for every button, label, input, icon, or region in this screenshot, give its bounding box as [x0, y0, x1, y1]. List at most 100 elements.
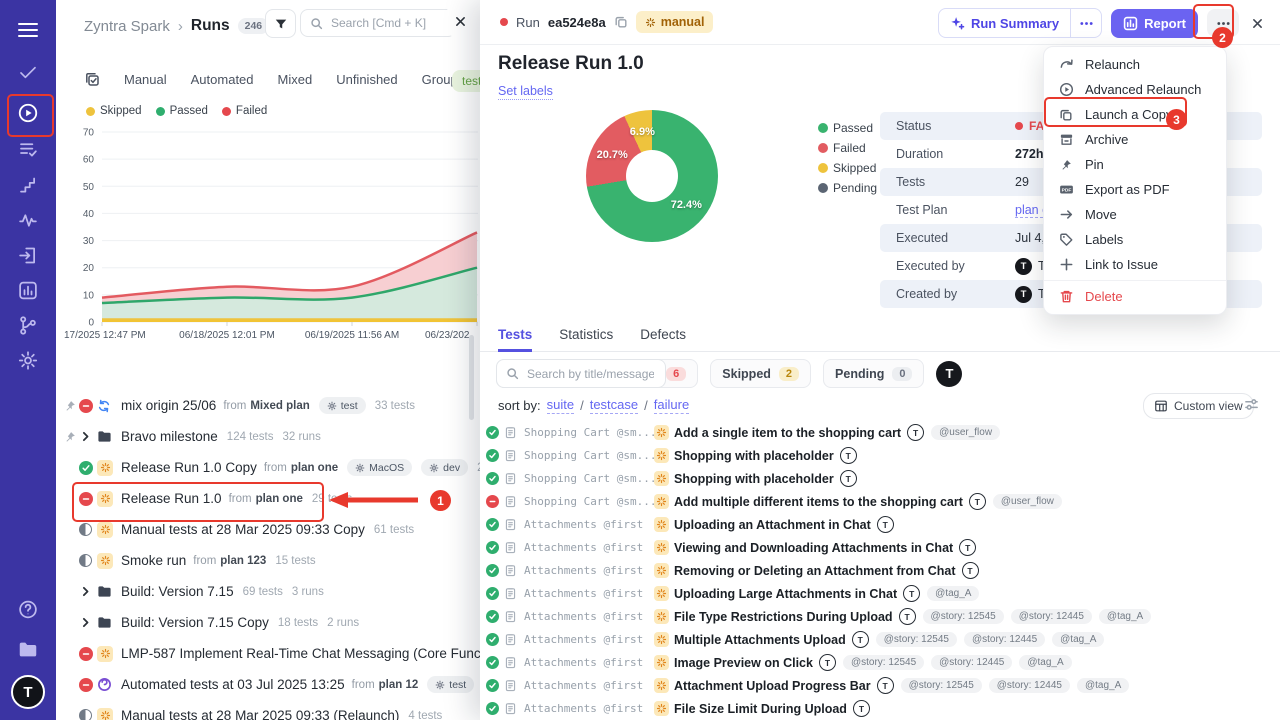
chevron-right-icon[interactable] [79, 430, 92, 443]
test-row[interactable]: Attachments @firstFile Type Restrictions… [486, 605, 1276, 628]
list-check-icon[interactable] [18, 139, 39, 160]
field-label: Tests [880, 175, 925, 189]
sort-by-testcase[interactable]: testcase [590, 397, 638, 414]
run-list-item[interactable]: Release Run 1.0 Copyfromplan oneMacOSdev… [56, 452, 480, 483]
test-row[interactable]: Attachments @firstRemoving or Deleting a… [486, 559, 1276, 582]
run-list-item[interactable]: mix origin 25/06fromMixed plantest33 tes… [56, 390, 480, 421]
run-list-item[interactable]: Automated tests at 03 Jul 2025 13:25from… [56, 669, 480, 700]
status-failed-icon [79, 678, 93, 692]
manual-test-icon [654, 517, 669, 532]
tab-tests[interactable]: Tests [498, 327, 532, 352]
bar-chart-icon[interactable] [18, 280, 39, 301]
testcase-icon [504, 587, 517, 600]
run-list-item[interactable]: Build: Version 7.1569 tests3 runs [56, 576, 480, 607]
run-list-item[interactable]: Bravo milestone124 tests32 runs [56, 421, 480, 452]
run-list-item[interactable]: Smoke runfromplan 12315 tests [56, 545, 480, 576]
folder-big-icon[interactable] [17, 639, 39, 661]
menu-item-relaunch[interactable]: Relaunch [1044, 52, 1226, 77]
run-list-item[interactable]: Build: Version 7.15 Copy18 tests2 runs [56, 607, 480, 638]
chevron-right-icon[interactable] [79, 616, 92, 629]
select-runs-icon[interactable] [84, 71, 100, 87]
tab-defects[interactable]: Defects [640, 327, 686, 352]
runs-panel-close-button[interactable] [445, 7, 476, 36]
testcase-icon [504, 679, 517, 692]
test-row[interactable]: Shopping Cart @sm...Shopping with placeh… [486, 467, 1276, 490]
test-row[interactable]: Attachments @firstUploading Large Attach… [486, 582, 1276, 605]
test-suite: Shopping Cart @sm... [524, 449, 654, 462]
detail-close-button[interactable] [1251, 17, 1264, 30]
runs-tab-mixed[interactable]: Mixed [278, 72, 313, 87]
test-tag: @story: 12445 [964, 632, 1045, 647]
test-row[interactable]: Attachments @firstUploading an Attachmen… [486, 513, 1276, 536]
menu-item-delete[interactable]: Delete [1044, 284, 1226, 309]
set-labels-link[interactable]: Set labels [498, 84, 553, 100]
status-passed-icon [79, 461, 93, 475]
test-row[interactable]: Attachments @firstViewing and Downloadin… [486, 536, 1276, 559]
test-row[interactable]: Shopping Cart @sm...Add multiple differe… [486, 490, 1276, 513]
menu-item-export-as-pdf[interactable]: PDFExport as PDF [1044, 177, 1226, 202]
menu-item-pin[interactable]: Pin [1044, 152, 1226, 177]
run-summary-more-button[interactable] [1071, 16, 1101, 31]
custom-view-button[interactable]: Custom view [1143, 393, 1254, 419]
filter-button[interactable] [265, 9, 296, 38]
donut-hole [626, 150, 678, 202]
menu-item-archive[interactable]: Archive [1044, 127, 1226, 152]
runs-tab-automated[interactable]: Automated [191, 72, 254, 87]
filter-chip-pending[interactable]: Pending0 [823, 359, 924, 388]
legend-dot [818, 123, 828, 133]
tab-statistics[interactable]: Statistics [559, 327, 613, 352]
test-tag: @tag_A [1099, 609, 1151, 624]
run-list-item[interactable]: LMP-587 Implement Real-Time Chat Messagi… [56, 638, 480, 669]
view-settings-icon[interactable] [1244, 397, 1259, 412]
testcase-icon [504, 541, 517, 554]
menu-item-labels[interactable]: Labels [1044, 227, 1226, 252]
test-row[interactable]: Shopping Cart @sm...Add a single item to… [486, 421, 1276, 444]
report-chart-icon [1123, 16, 1138, 31]
tab-badge-test[interactable]: test [452, 70, 480, 92]
menu-item-advanced-relaunch[interactable]: Advanced Relaunch [1044, 77, 1226, 102]
gear-icon[interactable] [18, 350, 39, 371]
tests-search-input[interactable] [525, 366, 656, 382]
assignee-avatar[interactable]: T [936, 361, 962, 387]
test-row[interactable]: Attachments @firstAttachment Upload Prog… [486, 674, 1276, 697]
menu-item-move[interactable]: Move [1044, 202, 1226, 227]
run-summary-button[interactable]: Run Summary [939, 16, 1070, 31]
activity-icon[interactable] [18, 210, 39, 231]
run-list-item[interactable]: Manual tests at 28 Mar 2025 09:33 Copy61… [56, 514, 480, 545]
folder-icon [97, 615, 112, 630]
test-row[interactable]: Attachments @firstFile Size Limit During… [486, 697, 1276, 720]
logo-avatar[interactable]: T [11, 675, 45, 709]
chevron-right-icon[interactable] [79, 585, 92, 598]
breadcrumb-project[interactable]: Zyntra Spark [84, 18, 170, 35]
run-meta: 2 runs [327, 617, 359, 629]
git-branch-icon[interactable] [18, 315, 39, 336]
help-icon[interactable] [18, 599, 39, 620]
field-label: Executed [880, 231, 948, 245]
steps-icon[interactable] [18, 175, 39, 196]
run-actions-menu: RelaunchAdvanced RelaunchLaunch a CopyAr… [1043, 46, 1227, 315]
sign-in-icon[interactable] [18, 245, 39, 266]
donut-data-label: 6.9% [630, 126, 655, 138]
menu-icon[interactable] [16, 18, 40, 42]
sort-by-suite[interactable]: suite [547, 397, 574, 414]
runs-search-input[interactable] [329, 15, 446, 31]
menu-item-link-to-issue[interactable]: Link to Issue [1044, 252, 1226, 277]
play-circle-icon[interactable] [17, 102, 39, 124]
menu-item-launch-a-copy[interactable]: Launch a Copy [1044, 102, 1226, 127]
test-row[interactable]: Attachments @firstImage Preview on Click… [486, 651, 1276, 674]
runs-tab-manual[interactable]: Manual [124, 72, 167, 87]
run-list-item[interactable]: Manual tests at 28 Mar 2025 09:33 (Relau… [56, 700, 480, 720]
test-assignee-avatar: T [969, 493, 986, 510]
runs-scrollbar[interactable] [469, 335, 474, 420]
filter-count: 0 [892, 367, 912, 381]
test-row[interactable]: Attachments @firstMultiple Attachments U… [486, 628, 1276, 651]
detail-tabs: Tests Statistics Defects [498, 327, 686, 352]
check-icon[interactable] [18, 62, 39, 83]
test-row[interactable]: Shopping Cart @sm...Shopping with placeh… [486, 444, 1276, 467]
filter-chip-skipped[interactable]: Skipped2 [710, 359, 811, 388]
svg-text:10: 10 [83, 290, 95, 301]
runs-tab-unfinished[interactable]: Unfinished [336, 72, 397, 87]
copy-run-id-button[interactable] [614, 15, 628, 29]
sort-by-failure[interactable]: failure [654, 397, 689, 414]
report-button[interactable]: Report [1111, 9, 1198, 38]
